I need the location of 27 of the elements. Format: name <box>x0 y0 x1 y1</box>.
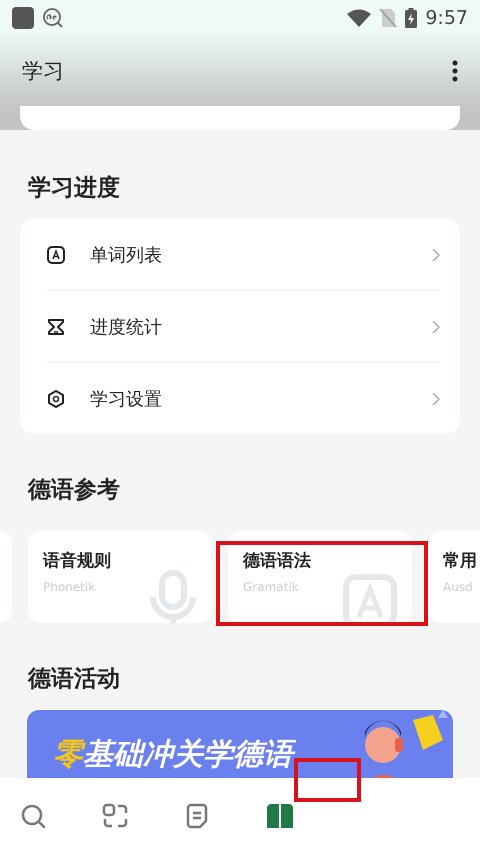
app-icon <box>12 7 34 29</box>
hourglass-icon <box>46 316 66 336</box>
chevron-icon <box>432 248 440 262</box>
section-title: 学习进度 <box>28 174 121 203</box>
battery-icon <box>405 8 418 28</box>
hexagon-icon <box>46 388 66 408</box>
card-title: 语音规则 <box>43 550 111 572</box>
menu-item[interactable]: 单词列表 <box>90 242 408 266</box>
chevron-icon <box>432 392 440 406</box>
book-icon <box>265 802 295 830</box>
more-menu-icon[interactable] <box>452 60 458 82</box>
no-sim-icon <box>379 8 398 28</box>
microphone-icon <box>148 569 198 623</box>
scan-icon <box>101 802 129 830</box>
letter-icon <box>342 573 398 623</box>
page-title: 学习 <box>22 58 65 85</box>
promo-banner[interactable]: 零基础冲关学德语 <box>27 710 453 778</box>
wifi-icon <box>347 9 372 27</box>
section-title: 德语参考 <box>28 476 121 505</box>
chevron-icon <box>432 320 440 334</box>
card-title: 德语语法 <box>243 550 311 572</box>
menu-item[interactable]: 学习设置 <box>90 386 408 410</box>
card-title: 常用 <box>443 550 477 572</box>
section-title: 德语活动 <box>28 665 121 694</box>
letter-icon <box>46 244 66 264</box>
clock: 9:57 <box>425 7 468 29</box>
menu-item[interactable]: 进度统计 <box>90 314 408 338</box>
